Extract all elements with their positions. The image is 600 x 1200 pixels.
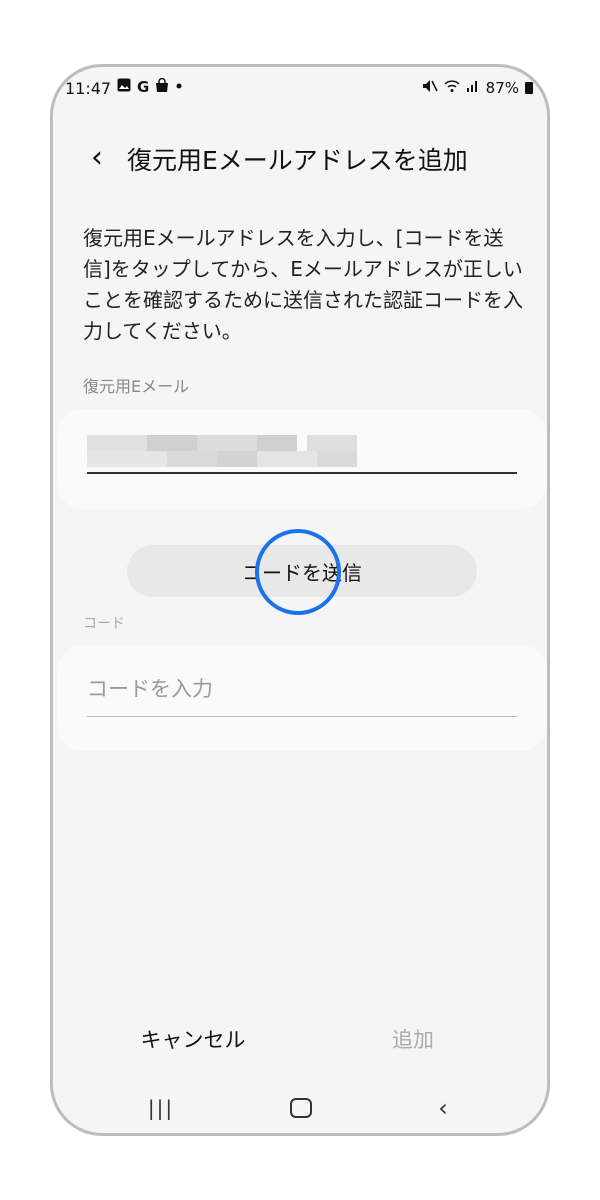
mute-icon	[422, 79, 438, 97]
battery-percent: 87%	[485, 79, 519, 97]
phone-frame: 11:47 G 87% ‹ 復元用Eメールアドレスを追加 復元用Eメールアドレス…	[50, 64, 550, 1136]
send-code-button[interactable]: コードを送信	[127, 545, 477, 597]
status-bar: 11:47 G 87%	[53, 67, 547, 111]
page-title: 復元用Eメールアドレスを追加	[127, 146, 468, 175]
recovery-email-label: 復元用Eメール	[83, 377, 190, 396]
recovery-email-underline	[87, 472, 517, 474]
battery-icon	[525, 82, 533, 94]
nav-back-button[interactable]: ‹	[423, 1093, 463, 1123]
recent-apps-button[interactable]: |||	[141, 1093, 181, 1123]
status-time: 11:47	[65, 79, 112, 98]
home-icon	[290, 1098, 312, 1118]
dot-icon	[175, 78, 183, 97]
add-button[interactable]: 追加	[353, 1023, 473, 1055]
instruction-text: 復元用Eメールアドレスを入力し、[コードを送信]をタップしてから、Eメールアドレ…	[83, 226, 523, 343]
code-input[interactable]	[87, 671, 487, 707]
signal-icon	[466, 79, 480, 97]
recovery-email-field[interactable]	[87, 435, 357, 467]
back-button[interactable]: ‹	[79, 139, 115, 175]
code-card	[57, 645, 547, 751]
chevron-left-icon: ‹	[91, 139, 103, 175]
gallery-icon	[117, 78, 131, 97]
bottom-actions: キャンセル 追加	[53, 1017, 547, 1065]
code-input-underline	[87, 716, 517, 717]
home-button[interactable]	[281, 1093, 321, 1123]
wifi-icon	[444, 79, 460, 97]
code-label: コード	[83, 616, 125, 632]
recovery-email-card	[57, 409, 547, 509]
app-header: ‹ 復元用Eメールアドレスを追加	[53, 129, 547, 185]
shopping-bag-icon	[155, 77, 169, 97]
status-system-icons: 87%	[422, 79, 533, 97]
system-nav-bar: ||| ‹	[53, 1087, 547, 1131]
back-chevron-icon: ‹	[438, 1094, 448, 1122]
google-icon: G	[137, 78, 150, 96]
recent-apps-icon: |||	[147, 1096, 175, 1120]
cancel-button[interactable]: キャンセル	[123, 1023, 263, 1055]
status-notification-icons: G	[117, 77, 183, 97]
